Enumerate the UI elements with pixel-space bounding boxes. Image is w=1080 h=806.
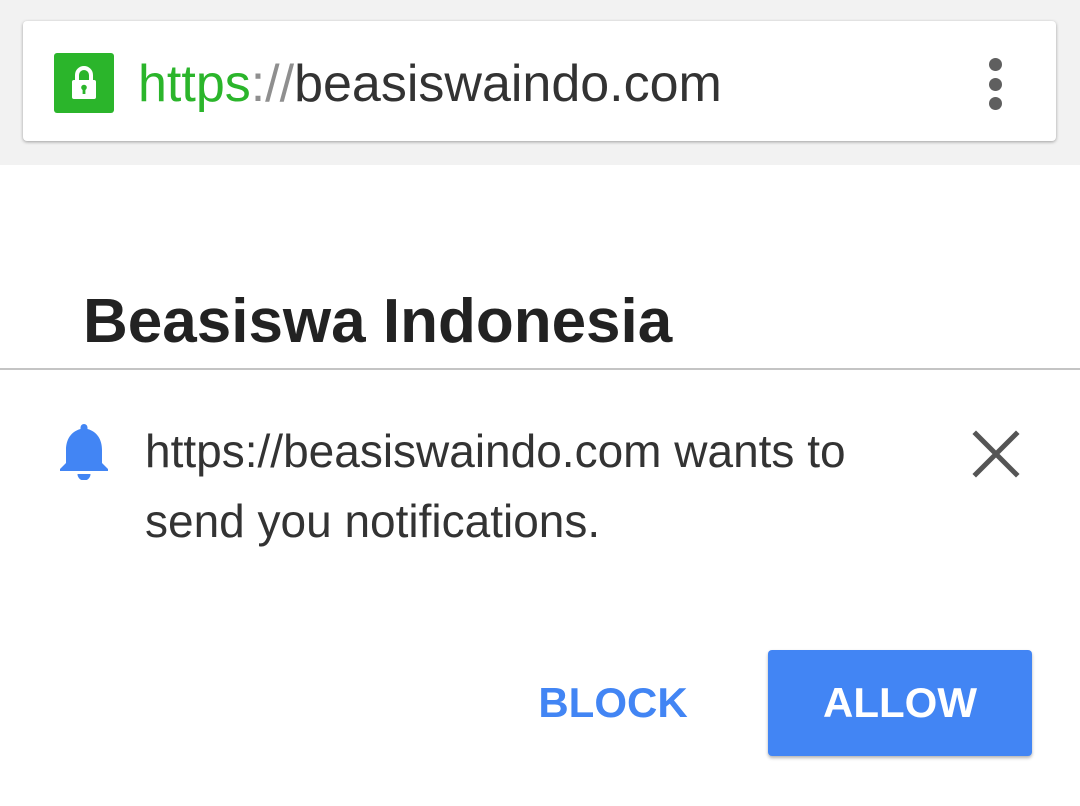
bell-icon: [60, 424, 108, 480]
close-icon[interactable]: [966, 424, 1026, 484]
block-button[interactable]: BLOCK: [528, 650, 698, 756]
url-separator: ://: [250, 55, 295, 113]
permission-message: https://beasiswaindo.com wants to send y…: [145, 425, 846, 547]
lock-icon[interactable]: [54, 53, 114, 113]
url-host: beasiswaindo.com: [294, 55, 722, 113]
url-scheme: https: [138, 55, 251, 113]
url-text[interactable]: https://beasiswaindo.com: [138, 52, 722, 116]
browser-toolbar: https://beasiswaindo.com: [0, 0, 1080, 165]
notification-permission-prompt: https://beasiswaindo.com wants to send y…: [0, 368, 1080, 806]
allow-button[interactable]: ALLOW: [768, 650, 1032, 756]
more-vert-icon[interactable]: [970, 52, 1022, 116]
page-title: Beasiswa Indonesia: [83, 287, 673, 356]
